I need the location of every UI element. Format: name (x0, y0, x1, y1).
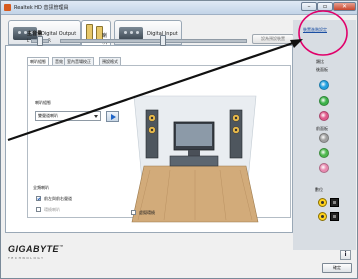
jack-front-green[interactable] (319, 148, 329, 158)
jack-blue[interactable] (319, 80, 329, 90)
coaxial-in-jack-icon[interactable] (318, 212, 327, 221)
left-speaker-icon (145, 109, 159, 159)
tab-digital-output-label: Digital Output (41, 31, 77, 37)
brand-tm: ™ (59, 244, 64, 249)
window-title: Realtek HD 音訊管理員 (14, 5, 69, 11)
digital-label: 數位 (315, 187, 323, 192)
subtab-room-correction[interactable]: 室內音場校正 (64, 57, 94, 65)
virtual-surround-label: 虛擬環繞 (139, 210, 155, 215)
title-bar: Realtek HD 音訊管理員 – ▫ ✕ (1, 1, 357, 15)
jack-green[interactable] (319, 96, 329, 106)
speaker-config-select[interactable]: 雙聲道喇叭 (35, 111, 101, 121)
analog-label: 類比 (316, 59, 324, 64)
ok-button[interactable]: 確定 (322, 263, 352, 273)
brand-subtitle: TECHNOLOGY (8, 256, 45, 260)
subtab-default-format[interactable]: 預設格式 (99, 57, 121, 65)
optical-in-jack-icon[interactable] (330, 212, 339, 221)
advanced-settings-link[interactable]: 裝置進階設定 (303, 27, 327, 33)
minimize-button[interactable]: – (301, 2, 317, 11)
speaker-config-value: 雙聲道喇叭 (38, 113, 58, 118)
jack-gray[interactable] (319, 133, 329, 143)
full-range-speakers-label: 全頻喇叭 (33, 185, 49, 190)
optical-jack-icon[interactable] (330, 198, 339, 207)
maximize-button[interactable]: ▫ (317, 2, 333, 11)
back-panel-label: 後面板 (316, 67, 328, 72)
front-panel-label: 前面板 (316, 126, 328, 131)
info-button[interactable]: i (340, 250, 351, 260)
jack-pink[interactable] (319, 111, 329, 121)
surround-label: 環繞喇叭 (44, 207, 60, 212)
speaker-app-icon (4, 4, 11, 11)
chevron-down-icon (94, 115, 98, 118)
front-lr-label: 前左與前右聲道 (44, 196, 72, 201)
jack-front-pink[interactable] (319, 163, 329, 173)
play-test-button[interactable] (106, 111, 119, 122)
surround-checkbox[interactable] (36, 207, 41, 212)
speaker-config-label: 喇叭組態 (35, 100, 51, 105)
set-default-device-button[interactable]: 設為預設裝置 (252, 34, 294, 44)
close-button[interactable]: ✕ (333, 2, 356, 11)
right-speaker-icon (229, 109, 243, 159)
virtual-surround-checkbox[interactable] (131, 210, 136, 215)
balance-left-label: L (27, 38, 30, 43)
coaxial-jack-icon[interactable] (318, 198, 327, 207)
balance-slider-thumb[interactable] (37, 36, 43, 46)
gigabyte-logo: GIGABYTE™ (8, 244, 64, 254)
main-volume-slider-track (60, 39, 247, 43)
speaker-room-illustration (131, 95, 259, 223)
brand-name: GIGABYTE (8, 244, 60, 254)
main-volume-slider-thumb[interactable] (159, 35, 166, 46)
front-lr-checkbox[interactable] (36, 196, 41, 201)
